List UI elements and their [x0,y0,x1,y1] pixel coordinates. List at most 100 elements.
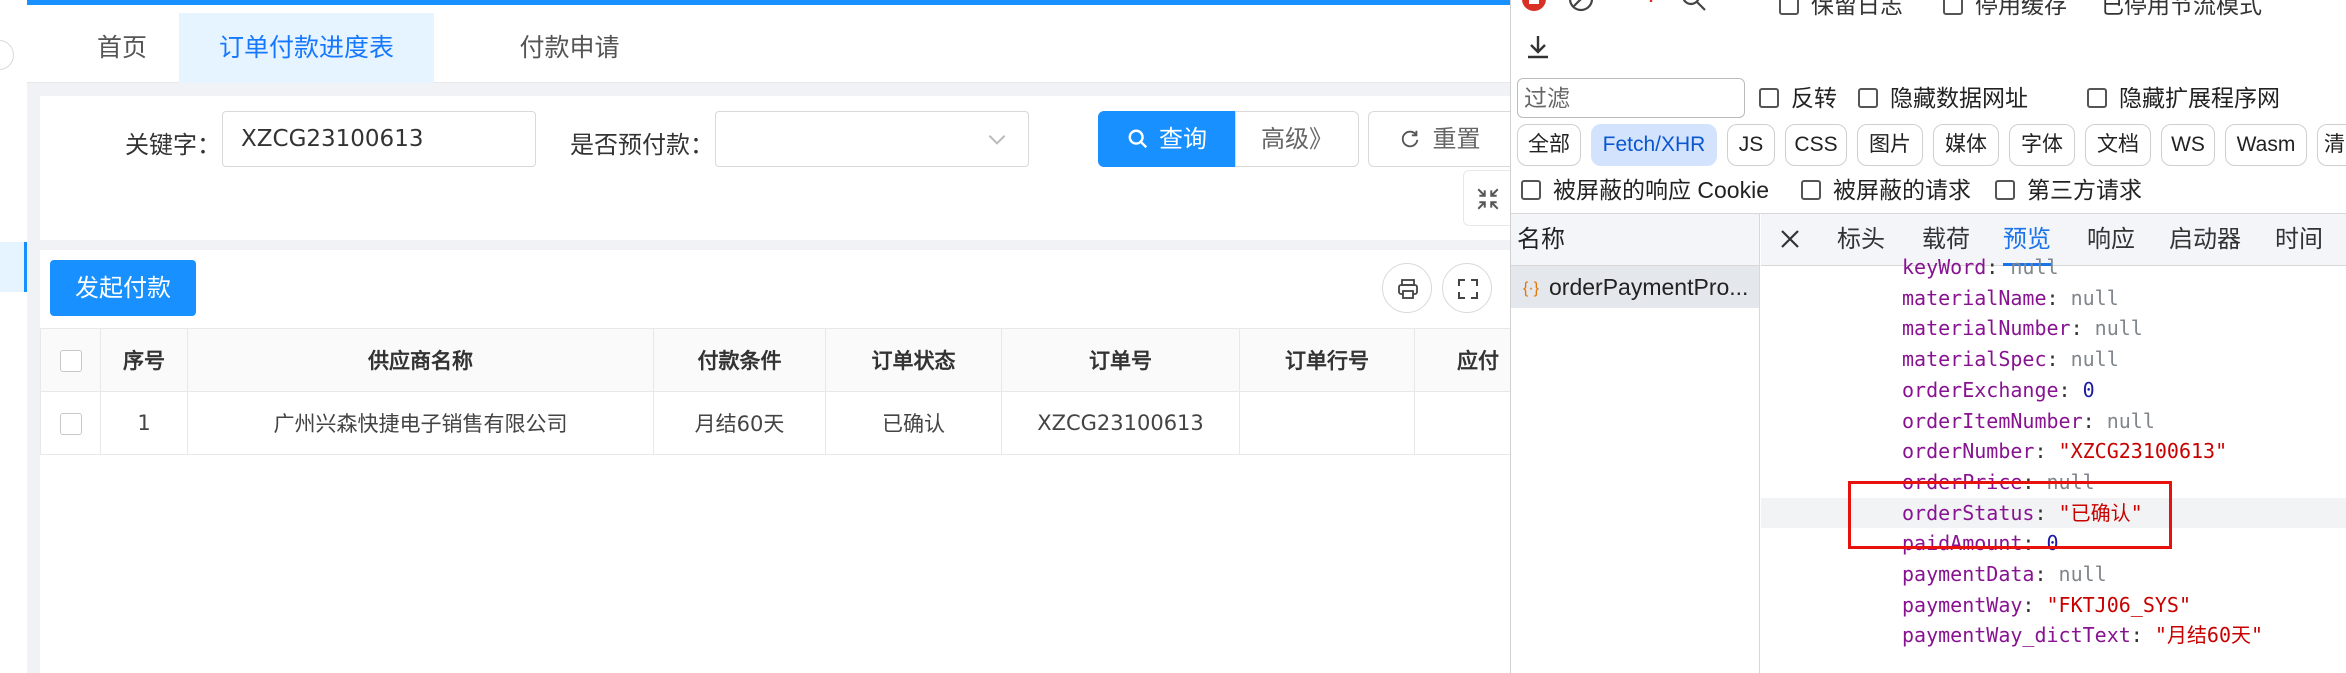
col-order-no: 订单号 [1001,328,1240,392]
xhr-icon: {·} [1523,280,1540,297]
query-button[interactable]: 查询 [1098,111,1236,167]
hide-data-urls-label: 隐藏数据网址 [1890,85,2028,111]
disable-cache-checkbox[interactable]: 停用缓存 [1943,0,2067,21]
highlight-box [1848,481,2172,549]
type-filter-fetch-xhr[interactable]: Fetch/XHR [1591,124,1717,166]
request-list-item[interactable]: {·} orderPaymentPro... [1511,266,1759,308]
blocked-requests-checkbox[interactable]: 被屏蔽的请求 [1801,174,1971,206]
json-line[interactable]: materialNumber: null [1761,313,2346,343]
json-key: paymentWay_dictText [1902,623,2131,648]
chevron-down-icon [988,135,1006,145]
table-header-row: 序号 供应商名称 付款条件 订单状态 订单号 订单行号 应付 [40,328,1510,392]
side-menu-strip [0,0,27,673]
advanced-button[interactable]: 高级》 [1235,111,1359,167]
tab-order-payment-progress[interactable]: 订单付款进度表 [179,13,434,83]
search-icon [1128,129,1148,149]
col-terms: 付款条件 [653,328,826,392]
json-line[interactable]: paymentData: null [1761,559,2346,589]
cell-index: 1 [100,391,188,455]
third-party-label: 第三方请求 [2027,177,2142,203]
filter-input[interactable]: 过滤 [1517,78,1745,118]
col-supplier: 供应商名称 [187,328,654,392]
cell-supplier: 广州兴森快捷电子销售有限公司 [187,391,654,455]
type-filter-wasm[interactable]: Wasm [2225,124,2307,166]
json-value: null [2010,255,2059,279]
fullscreen-icon [1458,279,1478,299]
type-filter-all[interactable]: 全部 [1517,124,1581,166]
type-filter-js[interactable]: JS [1727,124,1775,166]
json-value: "月结60天" [2154,623,2264,648]
order-table: 序号 供应商名称 付款条件 订单状态 订单号 订单行号 应付 1 广州兴森快捷电… [40,328,1510,455]
devtools-panel: 保留日志 停用缓存 已停用节流模式 过滤 反转 隐藏数据网址 隐藏扩展程序网 全… [1510,0,2346,673]
blocked-cookies-checkbox[interactable]: 被屏蔽的响应 Cookie [1521,174,1769,206]
preserve-log-checkbox[interactable]: 保留日志 [1779,0,1903,21]
json-line[interactable]: materialName: null [1761,283,2346,313]
page-tabs: 首页 订单付款进度表 付款申请 [27,5,1510,83]
invert-checkbox[interactable]: 反转 [1759,82,1837,114]
cell-terms: 月结60天 [653,391,826,455]
tab-home[interactable]: 首页 [57,13,187,83]
select-all-checkbox[interactable] [59,350,82,372]
reset-button-label: 重置 [1432,125,1481,153]
clear-icon[interactable] [1566,0,1596,14]
query-button-label: 查询 [1159,125,1207,153]
row-checkbox[interactable] [59,413,82,435]
json-key: paymentData [1902,562,2035,586]
record-stop-icon[interactable] [1519,0,1549,14]
json-value: "XZCG23100613" [2058,439,2228,464]
throttling-select[interactable]: 已停用节流模式 [2101,0,2262,20]
collapse-search-button[interactable] [1463,170,1510,226]
collapse-menu-button[interactable] [0,40,14,70]
json-line[interactable]: keyWord: null [1761,252,2346,282]
json-key: orderItemNumber [1902,408,2083,433]
json-value: 0 [2082,377,2095,402]
json-line[interactable]: orderNumber: "XZCG23100613" [1761,436,2346,466]
type-filter-ws[interactable]: WS [2161,124,2215,166]
col-payable: 应付 [1414,328,1510,392]
tab-payment-request[interactable]: 付款申请 [477,13,662,83]
json-value: null [2058,562,2107,586]
hide-extension-urls-checkbox[interactable]: 隐藏扩展程序网 [2087,82,2280,114]
type-filter-media[interactable]: 媒体 [1933,124,1999,166]
table-row[interactable]: 1 广州兴森快捷电子销售有限公司 月结60天 已确认 XZCG23100613 [40,391,1510,455]
type-filter-css[interactable]: CSS [1785,124,1847,166]
reset-button[interactable]: 重置 [1368,111,1510,167]
request-name: orderPaymentPro... [1549,274,1749,300]
search-panel: 关键字： XZCG23100613 是否预付款： 查询 高级》 重置 [40,96,1510,240]
select-all-cell [40,328,101,392]
json-key: paymentWay [1902,592,2023,617]
close-icon[interactable] [1777,226,1803,252]
type-filter-doc[interactable]: 文档 [2085,124,2151,166]
json-line[interactable]: paymentWay: "FKTJ06_SYS" [1761,590,2346,620]
blocked-requests-label: 被屏蔽的请求 [1833,177,1971,203]
type-filter-font[interactable]: 字体 [2009,124,2075,166]
download-icon[interactable] [1523,32,1553,62]
name-column-header[interactable]: 名称 [1511,214,1759,266]
invert-label: 反转 [1791,85,1837,111]
json-line[interactable]: orderItemNumber: null [1761,406,2346,436]
print-button[interactable] [1382,263,1432,313]
fullscreen-button[interactable] [1442,263,1492,313]
request-detail: 标头 载荷 预览 响应 启动器 时间 keyWord: null material… [1761,214,2346,673]
launch-payment-button[interactable]: 发起付款 [50,260,196,316]
json-line[interactable]: paymentWay_dictText: "月结60天" [1761,620,2346,650]
json-key: orderNumber [1902,439,2035,464]
third-party-checkbox[interactable]: 第三方请求 [1995,174,2142,206]
keyword-input[interactable]: XZCG23100613 [222,111,536,167]
search-icon[interactable] [1679,0,1709,14]
type-filter-img[interactable]: 图片 [1857,124,1923,166]
prepay-label: 是否预付款： [570,131,714,159]
json-key: materialNumber [1902,316,2071,341]
type-filter-manifest[interactable]: 清单 [2317,124,2346,166]
blocked-cookies-label: 被屏蔽的响应 Cookie [1553,177,1769,203]
filter-funnel-icon[interactable] [1636,0,1666,14]
prepay-select[interactable] [715,111,1029,167]
json-line[interactable]: materialSpec: null [1761,344,2346,374]
json-line[interactable]: orderExchange: 0 [1761,375,2346,405]
side-menu-active-item[interactable] [0,242,27,292]
hide-data-urls-checkbox[interactable]: 隐藏数据网址 [1858,82,2028,114]
printer-icon [1398,279,1418,299]
preserve-log-label: 保留日志 [1811,0,1903,18]
json-value: null [2070,285,2119,310]
json-preview: keyWord: null materialName: null materialN… [1761,255,2346,673]
